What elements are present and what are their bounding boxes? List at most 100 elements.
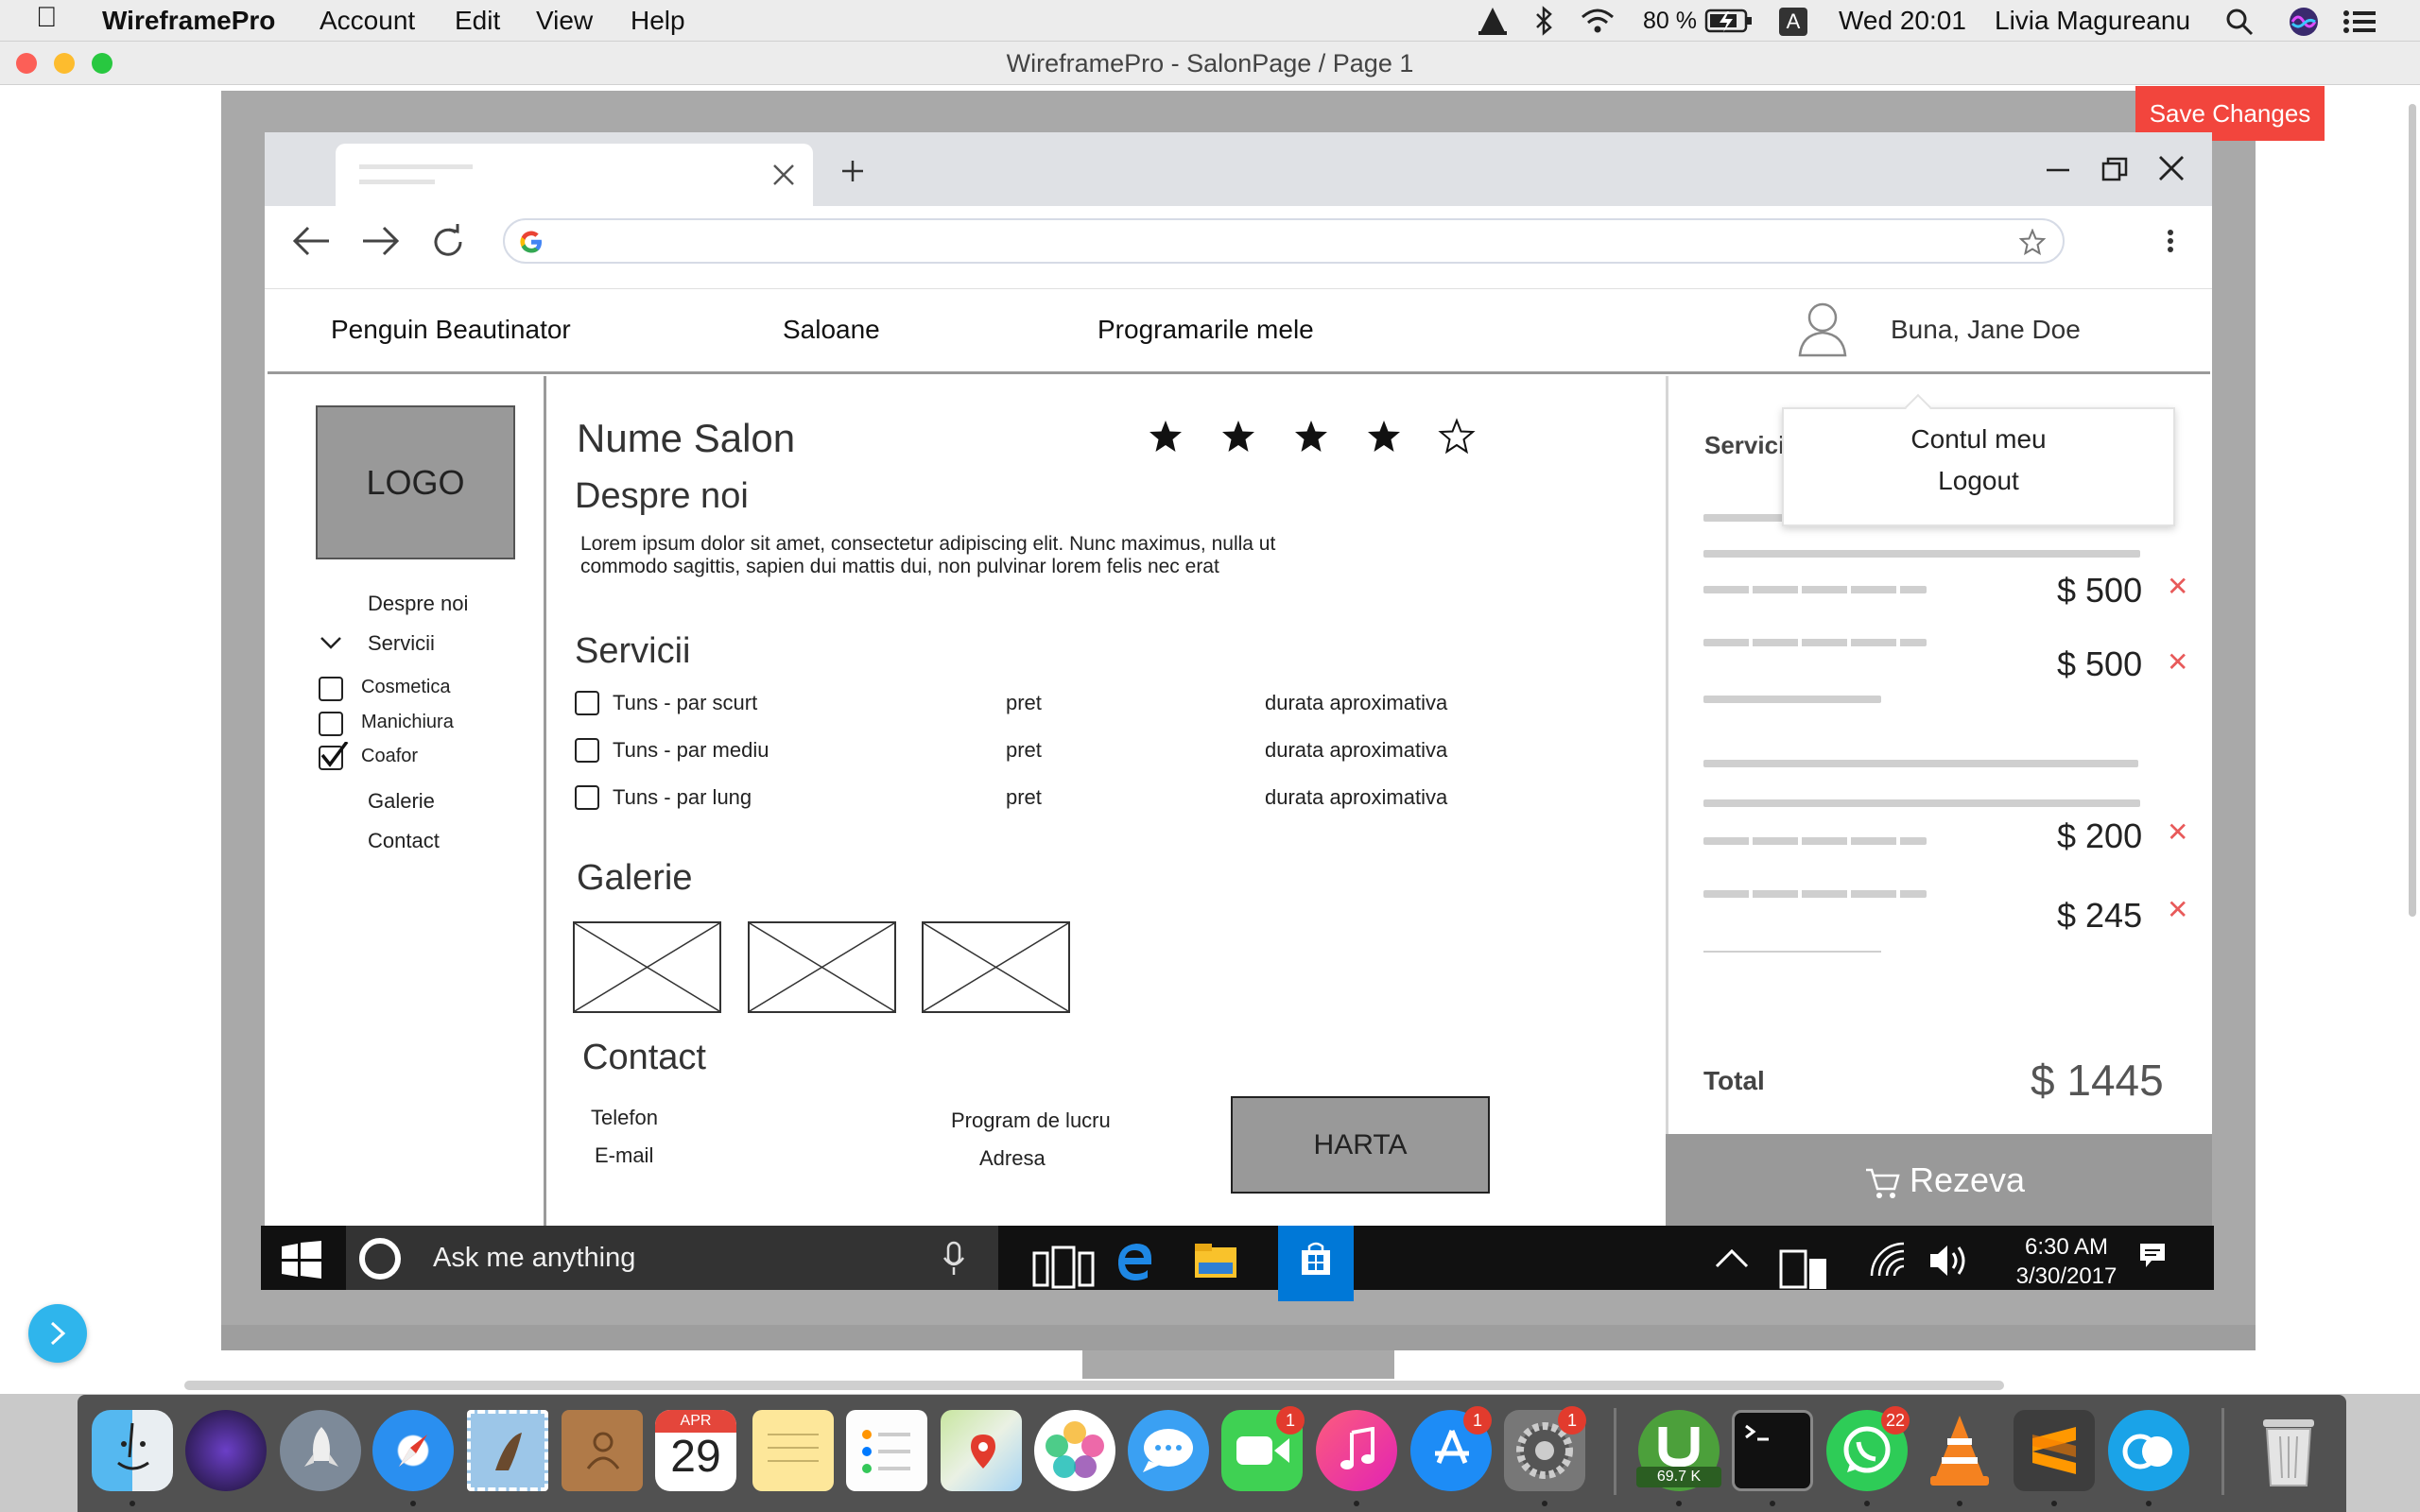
volume-icon[interactable] [1928,1242,1972,1280]
notes-icon[interactable] [752,1410,834,1491]
nav-link-saloane[interactable]: Saloane [783,315,880,345]
remove-item-icon[interactable]: ✕ [2167,894,2188,925]
vertical-scrollbar[interactable] [2409,104,2416,917]
bluetooth-icon[interactable] [1533,6,1554,36]
menu-view[interactable]: View [536,6,593,36]
gallery-image-placeholder[interactable] [573,921,721,1013]
itunes-icon[interactable] [1316,1410,1397,1491]
window-title: WireframePro - SalonPage / Page 1 [1006,49,1414,77]
battery-percent[interactable]: 80 % [1643,8,1697,35]
back-arrow-icon[interactable] [291,224,333,258]
close-tab-icon[interactable] [771,163,796,187]
horizontal-scrollbar[interactable] [184,1381,2004,1390]
menu-account[interactable]: Account [320,6,415,36]
user-avatar-icon[interactable] [1796,299,1849,357]
remove-item-icon[interactable]: ✕ [2167,816,2188,848]
gallery-image-placeholder[interactable] [922,921,1070,1013]
store-bag-icon [1302,1242,1330,1275]
app-menu[interactable]: WireframePro [102,6,275,36]
sidebar-link-contact[interactable]: Contact [368,829,440,853]
trash-icon[interactable] [2248,1410,2329,1491]
star-rating[interactable] [1147,418,1572,459]
safari-icon[interactable] [372,1410,454,1491]
running-indicator [1542,1501,1547,1506]
spotlight-search-icon[interactable] [2225,8,2254,36]
proxyman-icon[interactable] [2108,1410,2189,1491]
taskbar-date[interactable]: 3/30/2017 [1996,1263,2136,1290]
sidebar-link-despre-noi[interactable]: Despre noi [368,592,468,616]
nav-link-programari[interactable]: Programarile mele [1098,315,1314,345]
service-checkbox[interactable] [575,785,599,810]
show-hidden-icons-chevron-icon[interactable] [1715,1247,1749,1270]
siri-icon[interactable] [2288,6,2320,38]
reminders-icon[interactable] [846,1410,927,1491]
terminal-icon[interactable] [1732,1410,1813,1491]
reload-icon[interactable] [430,224,468,260]
menu-item-account[interactable]: Contul meu [1784,424,2173,455]
user-greeting[interactable]: Buna, Jane Doe [1891,315,2081,345]
browser-restore-icon[interactable] [2100,156,2129,184]
running-indicator [410,1501,416,1506]
book-button[interactable]: Rezeva [1666,1134,2212,1227]
microphone-icon[interactable] [942,1241,966,1277]
windows-start-icon[interactable] [282,1241,321,1279]
gallery-image-placeholder[interactable] [748,921,896,1013]
calendar-icon[interactable]: APR 29 [655,1410,736,1491]
vlc-status-icon[interactable] [1477,6,1509,36]
siri-dock-icon[interactable] [185,1410,267,1491]
messages-icon[interactable] [1128,1410,1209,1491]
brand-link[interactable]: Penguin Beautinator [331,315,571,345]
menu-item-logout[interactable]: Logout [1784,466,2173,496]
task-view-icon[interactable] [1032,1246,1100,1289]
menubar-username[interactable]: Livia Magureanu [1995,6,2190,36]
menu-edit[interactable]: Edit [455,6,500,36]
taskbar-time[interactable]: 6:30 AM [2017,1234,2116,1261]
store-app-button[interactable] [1278,1226,1354,1301]
service-checkbox[interactable] [575,691,599,715]
forward-arrow-icon[interactable] [359,224,401,258]
action-center-icon[interactable] [2138,1242,2167,1270]
browser-close-icon[interactable] [2157,154,2186,182]
finder-icon[interactable] [92,1410,173,1491]
new-tab-icon[interactable] [839,158,866,184]
map-placeholder[interactable]: HARTA [1231,1096,1490,1194]
remove-item-icon[interactable]: ✕ [2167,646,2188,678]
address-bar-input[interactable] [503,218,2065,264]
checkbox-cosmetica[interactable] [319,677,343,701]
contacts-icon[interactable] [562,1410,643,1491]
sidebar-link-servicii[interactable]: Servicii [368,631,435,656]
file-explorer-icon[interactable] [1193,1242,1238,1280]
utorrent-icon[interactable]: 69.7 K [1636,1410,1721,1491]
vlc-icon[interactable] [1919,1410,2000,1491]
notification-center-icon[interactable] [2342,8,2377,36]
bookmark-star-icon[interactable] [2019,229,2046,255]
service-checkbox[interactable] [575,738,599,763]
network-icon[interactable] [1868,1240,1906,1278]
sidebar-link-galerie[interactable]: Galerie [368,789,435,814]
input-source-indicator[interactable]: A [1779,8,1807,36]
apple-menu-icon[interactable]:  [36,2,58,34]
cart-item-price: $ 200 [2057,816,2143,855]
tablet-mode-icon[interactable] [1779,1244,1828,1291]
browser-tab[interactable] [336,144,813,206]
remove-item-icon[interactable]: ✕ [2167,571,2188,602]
mail-icon[interactable] [467,1410,548,1491]
wifi-icon[interactable] [1579,6,1616,36]
running-indicator [1864,1501,1870,1506]
menu-help[interactable]: Help [631,6,685,36]
launchpad-icon[interactable] [280,1410,361,1491]
checkbox-manichiura[interactable] [319,712,343,736]
calendar-day: 29 [670,1432,721,1482]
battery-icon[interactable] [1704,8,1754,34]
browser-menu-kebab-icon[interactable] [2165,227,2176,255]
checkbox-coafor[interactable] [319,742,349,770]
expand-panel-button[interactable] [28,1304,87,1363]
browser-minimize-icon[interactable] [2044,156,2072,184]
cortana-search-box[interactable]: Ask me anything [346,1226,998,1290]
chevron-down-icon[interactable] [320,635,342,650]
photos-icon[interactable] [1034,1410,1115,1491]
maps-icon[interactable] [941,1410,1022,1491]
menubar-clock[interactable]: Wed 20:01 [1839,6,1966,36]
edge-browser-icon[interactable] [1115,1240,1153,1281]
sublime-text-icon[interactable] [2014,1410,2095,1491]
